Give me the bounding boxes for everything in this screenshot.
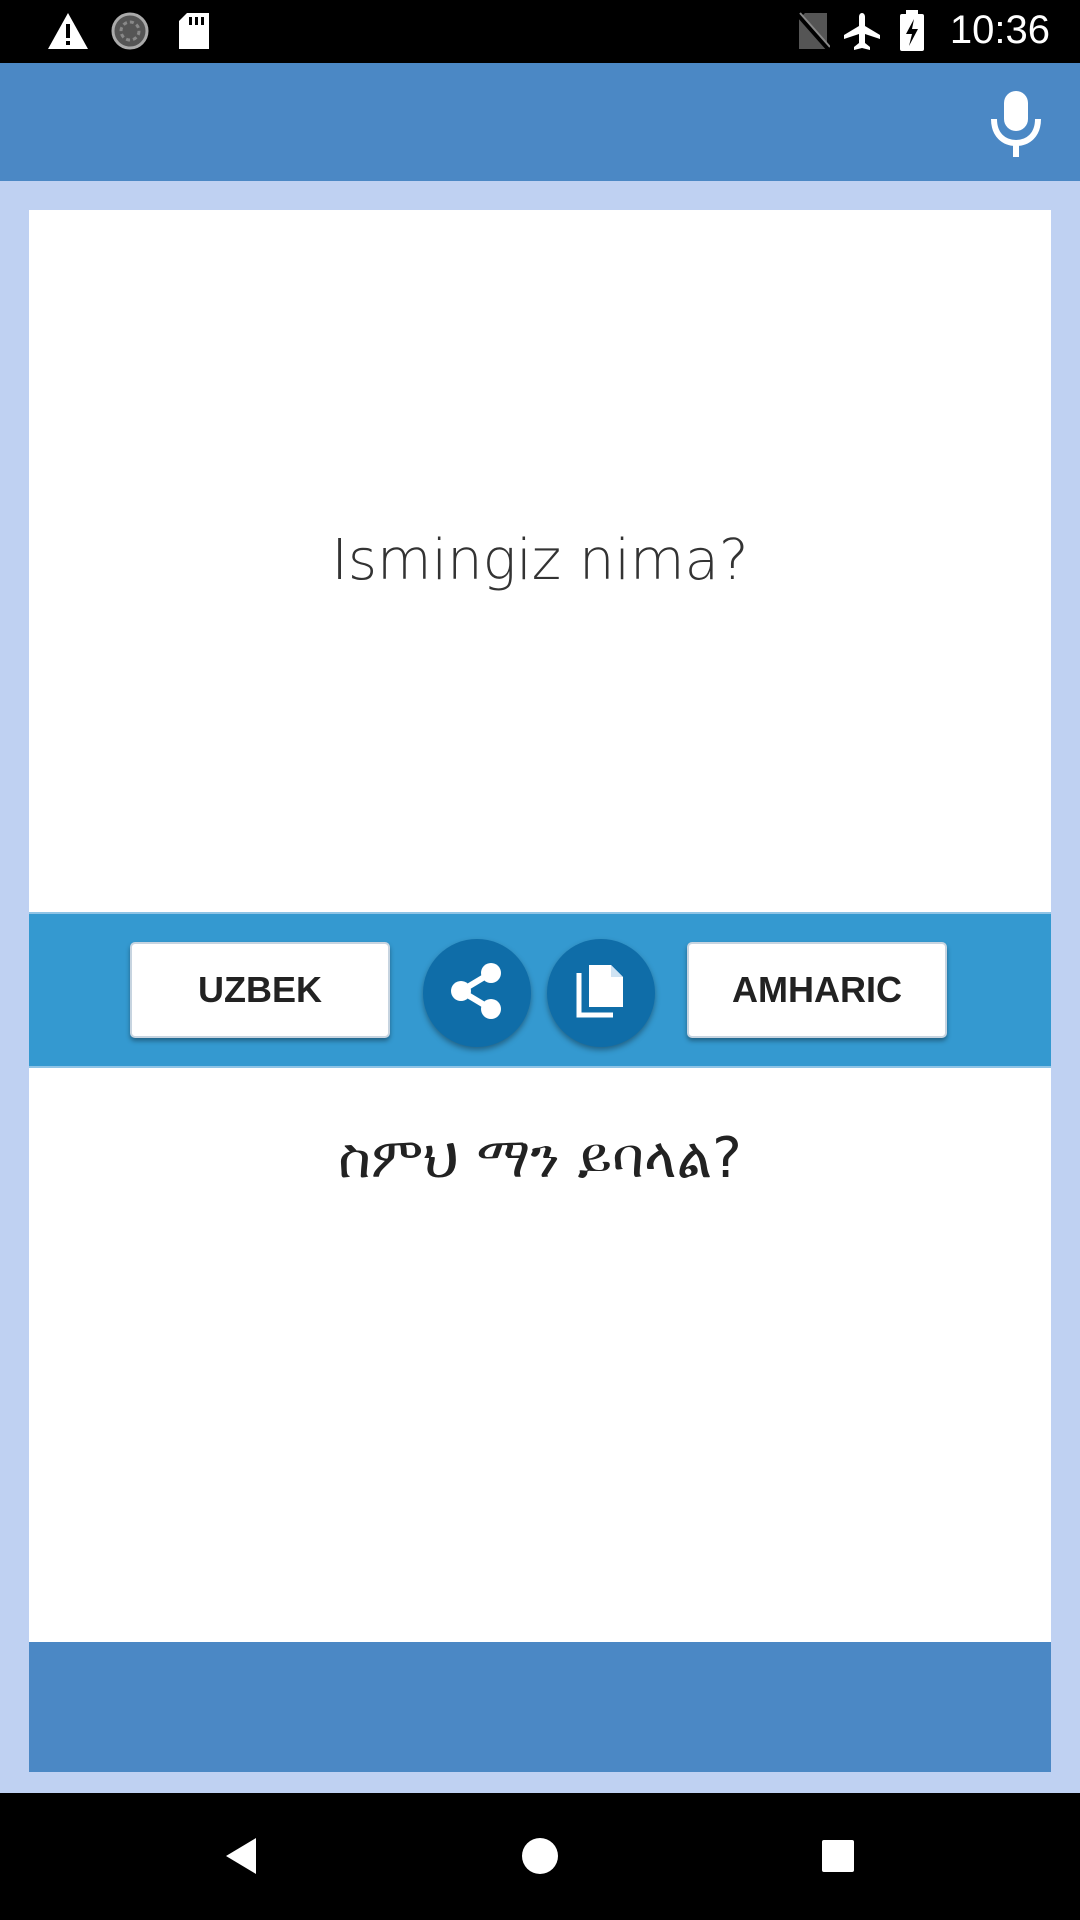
source-text-panel[interactable]: Ismingiz nima? [29, 210, 1051, 912]
microphone-icon[interactable] [986, 89, 1046, 159]
app-bar [0, 63, 1080, 181]
status-bar: 10:36 [0, 0, 1080, 63]
recents-icon[interactable] [808, 1826, 868, 1886]
no-sim-icon [796, 10, 830, 52]
share-icon [445, 959, 509, 1028]
home-icon[interactable] [510, 1826, 570, 1886]
copy-button[interactable] [547, 939, 655, 1047]
ad-banner [29, 1642, 1051, 1772]
target-language-button[interactable]: AMHARIC [687, 942, 947, 1038]
battery-charging-icon [898, 10, 926, 52]
navigation-bar [0, 1793, 1080, 1920]
source-text: Ismingiz nima? [331, 528, 749, 593]
back-icon[interactable] [212, 1826, 272, 1886]
language-controls-bar: UZBEK AMHARIC [29, 912, 1051, 1068]
target-text: ስምህ ማን ይባላል? [338, 1126, 742, 1191]
target-text-panel: ስምህ ማን ይባላል? [29, 1068, 1051, 1642]
sd-card-icon [178, 10, 210, 52]
airplane-mode-icon [842, 10, 882, 52]
sync-icon [110, 10, 150, 52]
share-button[interactable] [423, 939, 531, 1047]
warning-icon [46, 10, 90, 52]
source-language-button[interactable]: UZBEK [130, 942, 390, 1038]
copy-icon [573, 961, 629, 1026]
clock: 10:36 [949, 8, 1050, 52]
